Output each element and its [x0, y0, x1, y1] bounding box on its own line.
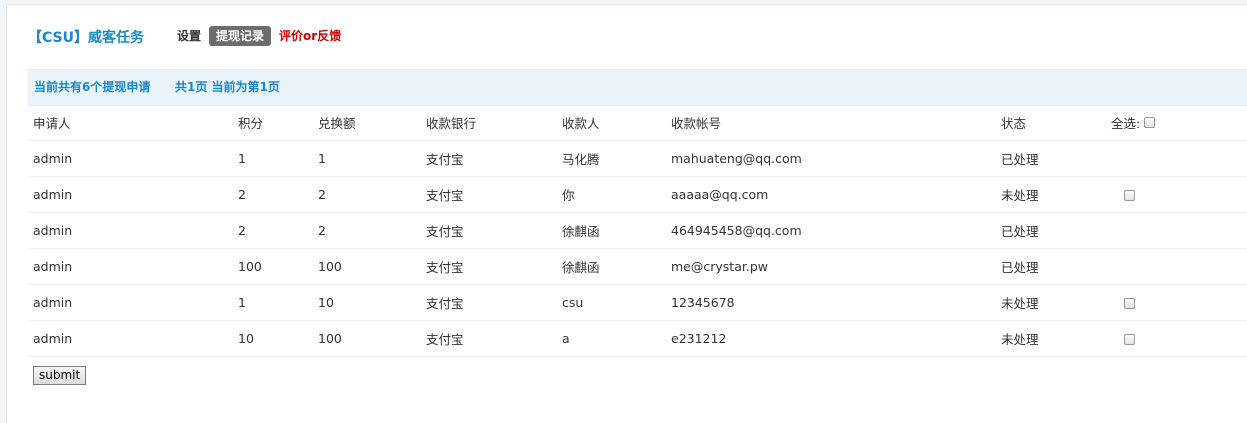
cell-status: 已处理	[1001, 140, 1111, 177]
cell-status: 已处理	[1001, 212, 1111, 249]
cell-amount: 10	[318, 284, 426, 321]
table-row: admin 10 100 支付宝 a e231212 未处理	[28, 320, 1247, 357]
col-amount: 兑换额	[318, 105, 426, 141]
cell-bank: 支付宝	[426, 140, 562, 177]
cell-select	[1111, 248, 1247, 285]
cell-status: 未处理	[1001, 284, 1111, 321]
cell-bank: 支付宝	[426, 284, 562, 321]
cell-bank: 支付宝	[426, 176, 562, 213]
col-bank: 收款银行	[426, 105, 562, 141]
table-header-row: 申请人 积分 兑换额 收款银行 收款人 收款帐号 状态 全选:	[28, 105, 1247, 141]
cell-applicant: admin	[28, 248, 238, 285]
summary-bar: 当前共有6个提现申请 共1页 当前为第1页	[28, 69, 1247, 106]
cell-status: 未处理	[1001, 320, 1111, 357]
cell-amount: 2	[318, 176, 426, 213]
request-count-text: 当前共有6个提现申请	[34, 80, 151, 94]
cell-payee: 马化腾	[562, 140, 671, 177]
row-checkbox[interactable]	[1124, 190, 1135, 201]
cell-points: 1	[238, 284, 318, 321]
cell-account: 464945458@qq.com	[671, 212, 1001, 249]
cell-payee: csu	[562, 284, 671, 321]
table-row: admin 1 1 支付宝 马化腾 mahuateng@qq.com 已处理	[28, 140, 1247, 177]
cell-applicant: admin	[28, 284, 238, 321]
cell-select	[1111, 284, 1247, 321]
cell-payee: 你	[562, 176, 671, 213]
cell-payee: a	[562, 320, 671, 357]
cell-points: 1	[238, 140, 318, 177]
cell-amount: 2	[318, 212, 426, 249]
cell-account: 12345678	[671, 284, 1001, 321]
col-select-all: 全选:	[1111, 105, 1247, 141]
col-payee: 收款人	[562, 105, 671, 141]
tab-settings[interactable]: 设置	[177, 26, 201, 46]
page-header: 【CSU】威客任务 设置 提现记录 评价or反馈	[7, 5, 1247, 67]
submit-button[interactable]: submit	[33, 366, 87, 385]
cell-points: 10	[238, 320, 318, 357]
cell-select	[1111, 176, 1247, 213]
select-all-label: 全选:	[1111, 116, 1141, 131]
cell-applicant: admin	[28, 140, 238, 177]
cell-status: 未处理	[1001, 176, 1111, 213]
cell-bank: 支付宝	[426, 212, 562, 249]
cell-select	[1111, 140, 1247, 177]
cell-amount: 100	[318, 320, 426, 357]
select-all-checkbox[interactable]	[1144, 117, 1156, 128]
cell-points: 2	[238, 176, 318, 213]
cell-points: 2	[238, 212, 318, 249]
cell-status: 已处理	[1001, 248, 1111, 285]
pagination-text: 共1页 当前为第1页	[175, 80, 280, 94]
cell-applicant: admin	[28, 212, 238, 249]
cell-select	[1111, 212, 1247, 249]
cell-account: me@crystar.pw	[671, 248, 1001, 285]
cell-points: 100	[238, 248, 318, 285]
app-title: 【CSU】威客任务	[28, 30, 144, 46]
cell-account: aaaaa@qq.com	[671, 176, 1001, 213]
cell-amount: 1	[318, 140, 426, 177]
col-account: 收款帐号	[671, 105, 1001, 141]
cell-applicant: admin	[28, 176, 238, 213]
table-row: admin 2 2 支付宝 徐麒函 464945458@qq.com 已处理	[28, 212, 1247, 249]
cell-payee: 徐麒函	[562, 212, 671, 249]
tab-withdraw-records[interactable]: 提现记录	[209, 26, 272, 46]
table-row: admin 1 10 支付宝 csu 12345678 未处理	[28, 284, 1247, 321]
row-checkbox[interactable]	[1124, 334, 1135, 345]
nav-tabs: 设置 提现记录 评价or反馈	[177, 26, 349, 46]
row-checkbox[interactable]	[1124, 298, 1135, 309]
content-panel: 【CSU】威客任务 设置 提现记录 评价or反馈 当前共有6个提现申请 共1页 …	[6, 4, 1247, 423]
cell-payee: 徐麒函	[562, 248, 671, 285]
cell-bank: 支付宝	[426, 248, 562, 285]
withdraw-table: 申请人 积分 兑换额 收款银行 收款人 收款帐号 状态 全选: admin 1 1 支…	[28, 105, 1247, 357]
cell-account: mahuateng@qq.com	[671, 140, 1001, 177]
col-applicant: 申请人	[28, 105, 238, 141]
cell-applicant: admin	[28, 320, 238, 357]
tab-feedback[interactable]: 评价or反馈	[279, 26, 341, 46]
cell-amount: 100	[318, 248, 426, 285]
cell-select	[1111, 320, 1247, 357]
col-points: 积分	[238, 105, 318, 141]
cell-account: e231212	[671, 320, 1001, 357]
col-status: 状态	[1001, 105, 1111, 141]
table-row: admin 2 2 支付宝你 aaaaa@qq.com 未处理	[28, 176, 1247, 213]
cell-bank: 支付宝	[426, 320, 562, 357]
table-row: admin 100 100 支付宝 徐麒函 me@crystar.pw 已处理	[28, 248, 1247, 285]
